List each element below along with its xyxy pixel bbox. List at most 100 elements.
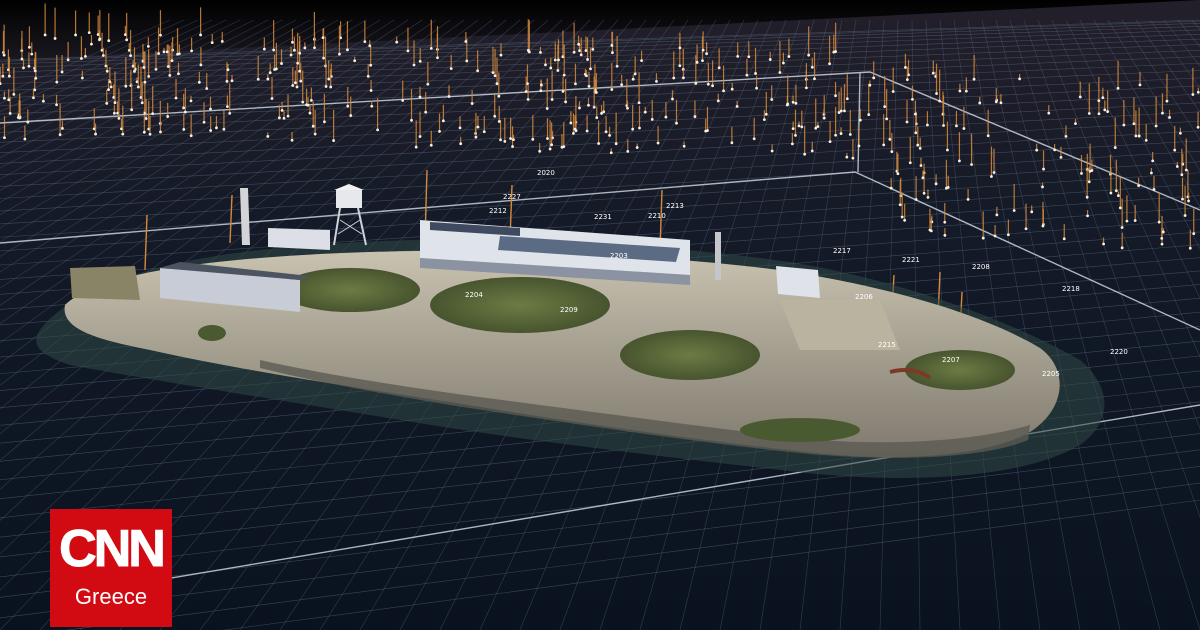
marker-point — [650, 117, 654, 121]
marker-point — [560, 145, 564, 149]
marker-point — [790, 142, 794, 146]
marker-point — [981, 236, 985, 240]
marker-point — [561, 90, 565, 93]
marker-point — [1006, 233, 1010, 237]
marker-point — [1086, 214, 1089, 218]
marker-point — [711, 84, 714, 88]
marker-point — [154, 67, 158, 71]
marker-point — [701, 48, 705, 52]
marker-point — [550, 98, 554, 101]
marker-point — [32, 96, 35, 100]
marker-point — [531, 137, 535, 141]
marker-point — [926, 196, 930, 199]
marker-point — [26, 120, 30, 124]
marker-point — [914, 131, 918, 135]
marker-point — [762, 118, 766, 122]
marker-point — [101, 54, 105, 57]
marker-point — [130, 108, 134, 112]
marker-point — [159, 130, 162, 134]
marker-point — [615, 64, 619, 68]
marker-point — [369, 89, 373, 92]
marker-point — [640, 59, 643, 63]
marker-point — [797, 124, 801, 128]
marker-point — [162, 50, 166, 54]
marker-point — [410, 118, 413, 122]
marker-point — [524, 90, 528, 93]
marker-point — [295, 85, 299, 89]
marker-point — [266, 135, 270, 138]
marker-point — [121, 132, 125, 136]
marker-point — [199, 33, 202, 37]
marker-point — [595, 116, 599, 120]
marker-point — [918, 146, 922, 150]
marker-point — [526, 97, 530, 101]
marker-point — [1120, 226, 1124, 229]
marker-point — [813, 77, 816, 81]
marker-point — [509, 137, 513, 141]
marker-point — [608, 133, 611, 137]
marker-point — [908, 161, 912, 165]
marker-point — [682, 76, 685, 80]
marker-point — [553, 58, 557, 62]
marker-point — [900, 215, 904, 219]
marker-point — [1157, 220, 1161, 224]
marker-point — [322, 56, 325, 60]
marker-point — [1, 74, 5, 78]
marker-point — [637, 101, 641, 105]
marker-point — [80, 76, 84, 80]
marker-point — [898, 203, 902, 207]
marker-point — [995, 213, 999, 217]
marker-point — [346, 104, 350, 108]
marker-point — [476, 125, 480, 129]
marker-point — [113, 101, 117, 105]
marker-point — [1161, 111, 1164, 115]
marker-point — [1144, 138, 1148, 142]
marker-point — [182, 106, 186, 110]
marker-point — [447, 95, 451, 98]
marker-point — [459, 142, 463, 146]
marker-point — [182, 128, 186, 131]
marker-point — [146, 44, 150, 48]
marker-point — [722, 89, 725, 93]
marker-point — [7, 98, 11, 102]
marker-point — [888, 137, 892, 141]
marker-point — [550, 143, 554, 147]
vegetation — [280, 268, 420, 312]
marker-point — [332, 139, 336, 142]
marker-point — [911, 97, 914, 101]
marker-point — [735, 104, 739, 108]
marker-point — [273, 68, 276, 71]
marker-point — [1116, 194, 1120, 198]
point-id-label: 2220 — [1110, 348, 1128, 356]
marker-point — [199, 63, 203, 67]
marker-point — [602, 110, 606, 114]
marker-point — [546, 137, 549, 140]
marker-point — [321, 36, 325, 40]
marker-point — [587, 84, 591, 88]
marker-point — [1035, 148, 1039, 152]
marker-point — [539, 89, 543, 93]
marker-point — [549, 66, 553, 70]
marker-point — [503, 139, 507, 143]
marker-point — [125, 38, 129, 42]
marker-point — [544, 63, 547, 67]
marker-point — [1064, 134, 1068, 138]
marker-point — [678, 64, 682, 68]
marker-point — [943, 233, 947, 237]
marker-point — [832, 50, 836, 54]
marker-point — [1132, 122, 1136, 126]
marker-point — [1059, 155, 1063, 159]
marker-point — [626, 106, 629, 110]
marker-point — [589, 67, 592, 71]
marker-point — [916, 143, 920, 147]
vegetation — [740, 418, 860, 442]
marker-point — [610, 88, 614, 91]
marker-point — [837, 111, 841, 114]
marker-point — [770, 149, 774, 153]
marker-point — [1041, 185, 1044, 189]
marker-point — [1192, 232, 1196, 236]
marker-point — [604, 130, 608, 134]
marker-point — [412, 63, 416, 67]
marker-point — [1103, 108, 1107, 112]
marker-point — [28, 45, 31, 49]
